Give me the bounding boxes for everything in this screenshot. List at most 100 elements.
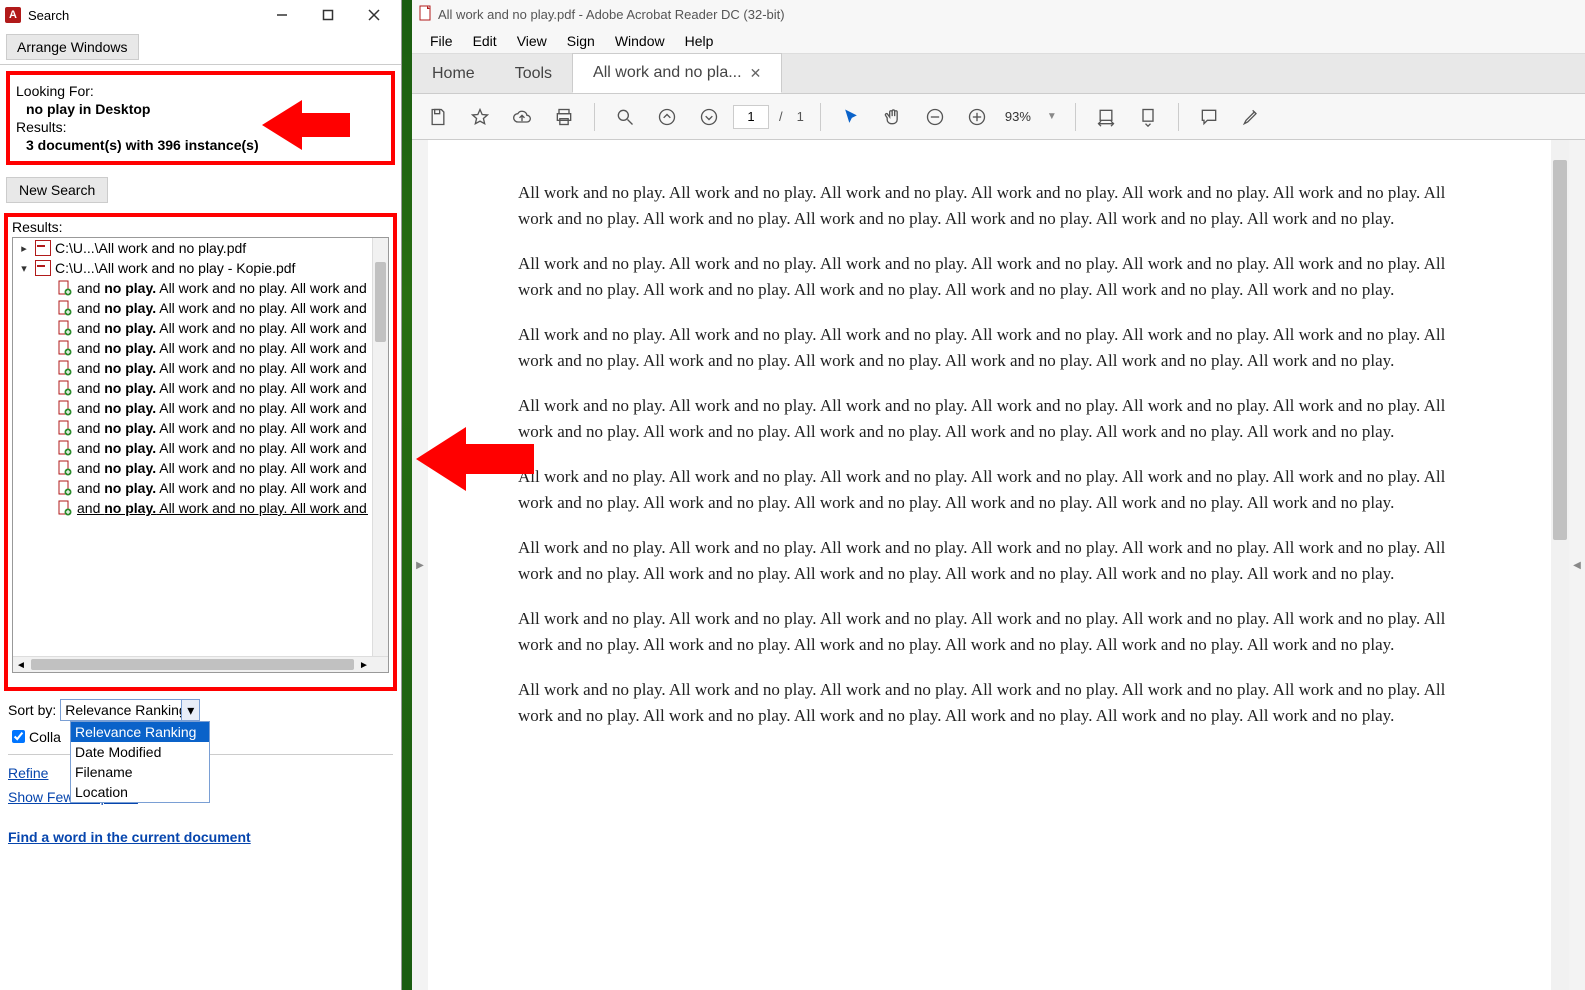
page-total: 1 <box>793 109 808 124</box>
search-window: A Search Arrange Windows Looking For: no… <box>0 0 402 990</box>
close-tab-icon[interactable]: ✕ <box>750 65 762 82</box>
scroll-mode-icon[interactable] <box>1130 99 1166 135</box>
sort-option[interactable]: Location <box>71 782 209 802</box>
zoom-out-icon[interactable] <box>917 99 953 135</box>
result-hit-row[interactable]: and no play. All work and no play. All w… <box>13 318 372 338</box>
minimize-button[interactable] <box>259 0 305 30</box>
result-hit-text: and no play. All work and no play. All w… <box>77 400 368 416</box>
results-list: ▸ C:\U...\All work and no play.pdf ▾C:\U..… <box>12 237 389 673</box>
result-hit-row[interactable]: and no play. All work and no play. All w… <box>13 338 372 358</box>
menu-help[interactable]: Help <box>675 29 724 53</box>
tab-document[interactable]: All work and no pla... ✕ <box>572 53 782 93</box>
comment-icon[interactable] <box>1191 99 1227 135</box>
menu-file[interactable]: File <box>420 29 463 53</box>
result-hit-row[interactable]: and no play. All work and no play. All w… <box>13 278 372 298</box>
result-hit-row[interactable]: and no play. All work and no play. All w… <box>13 418 372 438</box>
result-hit-row[interactable]: and no play. All work and no play. All w… <box>13 398 372 418</box>
result-hit-text: and no play. All work and no play. All w… <box>77 420 368 436</box>
save-icon[interactable] <box>420 99 456 135</box>
sort-dropdown[interactable]: Relevance Ranking ▾ <box>60 699 200 721</box>
search-icon[interactable] <box>607 99 643 135</box>
reader-title: All work and no play.pdf - Adobe Acrobat… <box>438 7 785 22</box>
arrange-windows-button[interactable]: Arrange Windows <box>6 34 139 60</box>
result-hit-row[interactable]: and no play. All work and no play. All w… <box>13 298 372 318</box>
document-paragraph: All work and no play. All work and no pl… <box>518 180 1479 231</box>
print-icon[interactable] <box>546 99 582 135</box>
reader-titlebar: All work and no play.pdf - Adobe Acrobat… <box>412 0 1585 28</box>
result-hit-text: and no play. All work and no play. All w… <box>77 280 368 296</box>
zoom-in-icon[interactable] <box>959 99 995 135</box>
collapse-label: Colla <box>29 729 61 745</box>
sort-option[interactable]: Relevance Ranking <box>71 722 209 742</box>
page-down-icon[interactable] <box>691 99 727 135</box>
document-paragraph: All work and no play. All work and no pl… <box>518 464 1479 515</box>
collapse-checkbox[interactable] <box>12 730 25 743</box>
document-scrollbar-vertical[interactable] <box>1551 140 1569 990</box>
menu-view[interactable]: View <box>507 29 557 53</box>
highlight-icon[interactable] <box>1233 99 1269 135</box>
pdf-hit-icon <box>57 400 73 416</box>
annotation-arrow-icon <box>416 424 536 494</box>
pdf-icon <box>418 5 434 24</box>
right-panel-toggle[interactable]: ◀ <box>1569 140 1585 990</box>
menu-edit[interactable]: Edit <box>463 29 507 53</box>
sort-value: Relevance Ranking <box>65 702 186 718</box>
pdf-hit-icon <box>57 420 73 436</box>
result-hit-row[interactable]: and no play. All work and no play. All w… <box>13 458 372 478</box>
zoom-dropdown-icon[interactable]: ▼ <box>1041 111 1063 122</box>
pdf-hit-icon <box>57 500 73 516</box>
tabbar: Home Tools All work and no pla... ✕ <box>412 54 1585 94</box>
chevron-down-icon: ▾ <box>181 700 199 720</box>
result-hit-row[interactable]: and no play. All work and no play. All w… <box>13 498 372 518</box>
results-scrollbar-horizontal[interactable]: ◄► <box>13 656 388 672</box>
result-hit-row[interactable]: and no play. All work and no play. All w… <box>13 478 372 498</box>
cloud-upload-icon[interactable] <box>504 99 540 135</box>
page-up-icon[interactable] <box>649 99 685 135</box>
pdf-file-icon <box>35 240 51 256</box>
sort-option[interactable]: Filename <box>71 762 209 782</box>
fit-width-icon[interactable] <box>1088 99 1124 135</box>
arrange-bar: Arrange Windows <box>0 30 401 65</box>
result-hit-text: and no play. All work and no play. All w… <box>77 500 368 516</box>
tab-home[interactable]: Home <box>412 55 495 93</box>
result-hit-text: and no play. All work and no play. All w… <box>77 380 368 396</box>
results-scrollbar-vertical[interactable] <box>372 238 388 656</box>
chevron-down-icon[interactable]: ▾ <box>17 262 31 275</box>
result-file-row[interactable]: ▸ C:\U...\All work and no play.pdf <box>13 238 372 258</box>
pdf-hit-icon <box>57 340 73 356</box>
hand-tool-icon[interactable] <box>875 99 911 135</box>
selection-tool-icon[interactable] <box>833 99 869 135</box>
menubar: FileEditViewSignWindowHelp <box>412 28 1585 54</box>
result-hit-row[interactable]: and no play. All work and no play. All w… <box>13 378 372 398</box>
pdf-hit-icon <box>57 380 73 396</box>
pdf-hit-icon <box>57 360 73 376</box>
tab-tools[interactable]: Tools <box>495 55 572 93</box>
sort-option[interactable]: Date Modified <box>71 742 209 762</box>
results-panel: Results: ▸ C:\U...\All work and no play.p… <box>4 213 397 691</box>
left-panel-toggle[interactable]: ▶ <box>412 140 428 990</box>
result-file-path: C:\U...\All work and no play.pdf <box>55 240 246 256</box>
page-number-input[interactable] <box>733 105 769 129</box>
result-file-row[interactable]: ▾C:\U...\All work and no play - Kopie.pd… <box>13 258 372 278</box>
document-viewport[interactable]: All work and no play. All work and no pl… <box>428 140 1569 990</box>
find-word-link[interactable]: Find a word in the current document <box>0 825 401 849</box>
menu-sign[interactable]: Sign <box>557 29 605 53</box>
sort-dropdown-list: Relevance RankingDate ModifiedFilenameLo… <box>70 721 210 803</box>
chevron-right-icon[interactable]: ▸ <box>17 242 31 255</box>
result-hit-row[interactable]: and no play. All work and no play. All w… <box>13 358 372 378</box>
star-icon[interactable] <box>462 99 498 135</box>
results-header: Results: <box>8 217 393 237</box>
result-hit-text: and no play. All work and no play. All w… <box>77 480 368 496</box>
pdf-file-icon <box>35 260 51 276</box>
maximize-button[interactable] <box>305 0 351 30</box>
document-paragraph: All work and no play. All work and no pl… <box>518 251 1479 302</box>
search-titlebar: A Search <box>0 0 401 30</box>
page-separator: / <box>775 109 787 124</box>
pdf-hit-icon <box>57 320 73 336</box>
close-button[interactable] <box>351 0 397 30</box>
toolbar: / 1 93% ▼ <box>412 94 1585 140</box>
result-hit-row[interactable]: and no play. All work and no play. All w… <box>13 438 372 458</box>
new-search-button[interactable]: New Search <box>6 177 108 203</box>
document-paragraph: All work and no play. All work and no pl… <box>518 677 1479 728</box>
menu-window[interactable]: Window <box>605 29 675 53</box>
